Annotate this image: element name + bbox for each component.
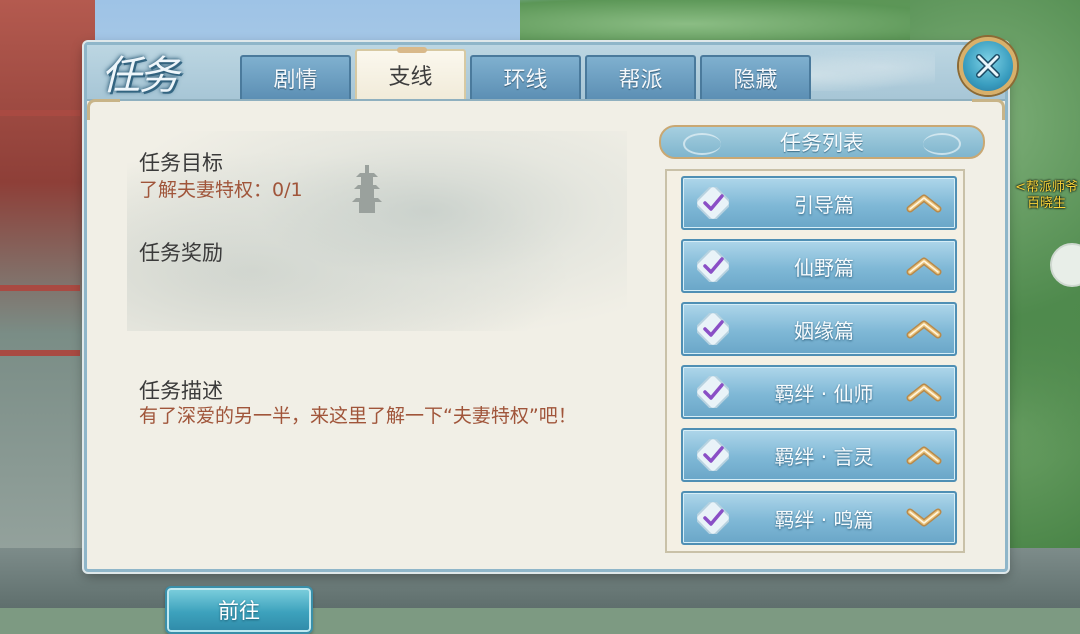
check-icon <box>697 502 729 534</box>
chevron-up-icon <box>906 446 942 465</box>
description-text: 有了深爱的另一半，来这里了解一下“夫妻特权”吧！ <box>139 405 577 427</box>
tab-loop-quest[interactable]: 环线 <box>470 55 581 99</box>
quest-list-header: 任务列表 <box>659 125 985 159</box>
red-building <box>0 0 95 608</box>
quest-category-label: 姻缘篇 <box>794 318 854 343</box>
goal-progress: 了解夫妻特权：0/1 <box>139 179 303 201</box>
quest-category-item[interactable]: 羁绊 · 仙师 <box>681 365 957 419</box>
quest-category-label: 羁绊 · 鸣篇 <box>774 507 874 532</box>
tab-story[interactable]: 剧情 <box>240 55 351 99</box>
quest-category-item[interactable]: 仙野篇 <box>681 239 957 293</box>
check-icon <box>697 376 729 408</box>
close-icon <box>976 54 1000 78</box>
quest-panel: 任务 剧情 支线 环线 帮派 隐藏 任务目标 了解夫妻特权：0/1 任务奖励 任… <box>84 37 1017 634</box>
npc-name-label[interactable]: <帮派师爷 百晓生 <box>1015 180 1078 212</box>
check-icon <box>697 313 729 345</box>
panel-title: 任务 <box>101 53 179 99</box>
chevron-up-icon <box>906 320 942 339</box>
tab-bar: 剧情 支线 环线 帮派 隐藏 <box>240 47 811 99</box>
check-icon <box>697 250 729 282</box>
quest-detail: 任务目标 了解夫妻特权：0/1 任务奖励 任务描述 有了深爱的另一半，来这里了解… <box>117 131 637 634</box>
check-icon <box>697 187 729 219</box>
corner-ornament-right <box>972 99 1005 120</box>
quest-category-label: 仙野篇 <box>794 255 854 280</box>
goal-heading: 任务目标 <box>139 151 223 175</box>
pagoda-icon <box>352 165 382 213</box>
chevron-down-icon <box>906 508 942 527</box>
quest-category-item[interactable]: 羁绊 · 鸣篇 <box>681 491 957 545</box>
cloud-ornament-icon <box>683 133 721 155</box>
quest-category-label: 引导篇 <box>794 192 854 217</box>
tab-guild[interactable]: 帮派 <box>585 55 696 99</box>
quest-list: 引导篇仙野篇姻缘篇羁绊 · 仙师 羁绊 · 言灵 羁绊 · 鸣篇 <box>665 169 965 553</box>
corner-ornament-left <box>87 99 120 120</box>
building-railing <box>0 350 80 356</box>
close-button[interactable] <box>959 37 1017 95</box>
building-railing <box>0 110 80 116</box>
quest-category-item[interactable]: 羁绊 · 言灵 <box>681 428 957 482</box>
chevron-up-icon <box>906 383 942 402</box>
chevron-up-icon <box>906 194 942 213</box>
quest-category-label: 羁绊 · 言灵 <box>774 444 874 469</box>
quest-list-title: 任务列表 <box>780 131 864 155</box>
building-railing <box>0 285 80 291</box>
go-to-button[interactable]: 前往 <box>165 586 313 634</box>
reward-heading: 任务奖励 <box>139 241 223 265</box>
quest-category-label: 羁绊 · 仙师 <box>774 381 874 406</box>
tab-side-quest[interactable]: 支线 <box>355 47 466 99</box>
description-heading: 任务描述 <box>139 379 223 403</box>
cloud-ornament-icon <box>923 133 961 155</box>
panel-header: 任务 剧情 支线 环线 帮派 隐藏 <box>87 37 1017 101</box>
tab-hidden[interactable]: 隐藏 <box>700 55 811 99</box>
chevron-up-icon <box>906 257 942 276</box>
quest-category-item[interactable]: 引导篇 <box>681 176 957 230</box>
check-icon <box>697 439 729 471</box>
quest-category-item[interactable]: 姻缘篇 <box>681 302 957 356</box>
